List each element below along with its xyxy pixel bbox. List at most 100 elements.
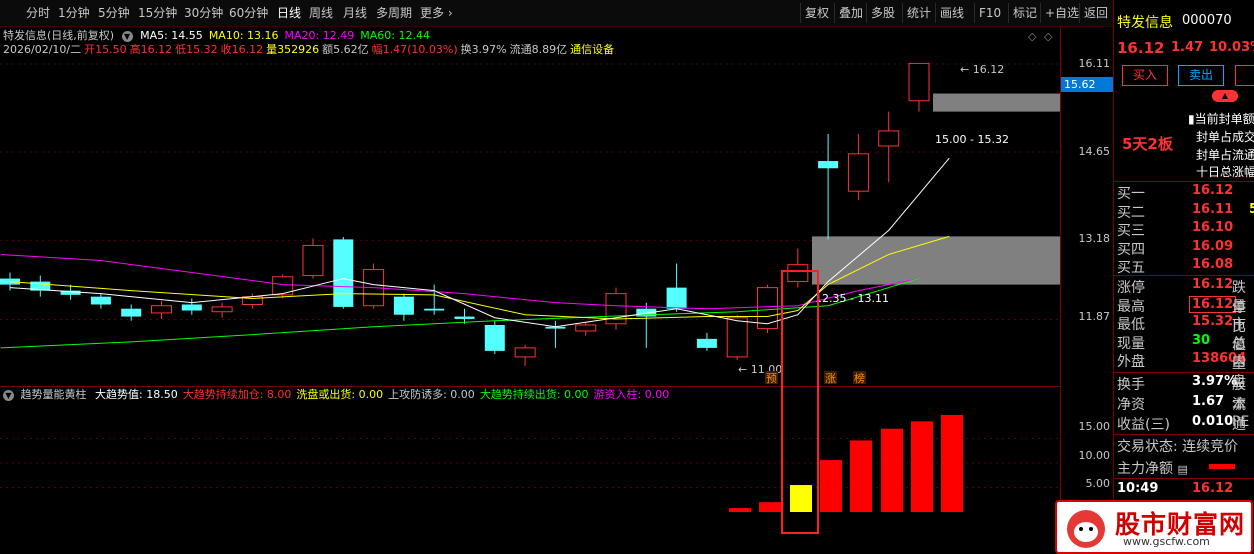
- price-change: 1.47: [1171, 40, 1204, 55]
- chart-title: 特发信息(日线,前复权): [3, 29, 115, 42]
- stat-value: 3.97%: [1192, 374, 1238, 389]
- toolbar-button-7[interactable]: +自选: [1040, 3, 1083, 23]
- indicator-legend: ▼ 趋势量能黄柱 大趋势值: 18.50 大趋势持续加仓: 8.00 洗盘或出货: …: [3, 388, 669, 402]
- tab-2[interactable]: 5分钟: [98, 5, 130, 21]
- stat-label: 涨停: [1117, 280, 1145, 296]
- tab-10[interactable]: 更多 ›: [420, 5, 453, 21]
- trade-status: 交易状态: 连续竞价: [1117, 439, 1239, 455]
- price-chart-pane[interactable]: ← 16.12 15.00 - 15.32 12.35 - 13.11 ← 11.00…: [0, 44, 1061, 387]
- stat-row: 最低 15.32 市值: [1114, 314, 1254, 353]
- y-tick: 11.87: [1078, 310, 1111, 323]
- indicator-legend-item: 洗盘或出货: 0.00: [296, 388, 384, 401]
- order-book-row: 买二 16.11 5: [1114, 202, 1254, 221]
- stock-name: 特发信息: [1117, 15, 1173, 31]
- toolbar-button-4[interactable]: 画线: [935, 3, 968, 23]
- stat-extra-label: PE: [1232, 414, 1250, 430]
- bull-logo-icon: [1066, 509, 1106, 548]
- stat-row: 外盘 138604 内盘: [1114, 351, 1254, 390]
- y-tick: 10.00: [1078, 449, 1111, 462]
- tab-8[interactable]: 月线: [343, 5, 367, 21]
- toolbar-button-8[interactable]: 返回: [1079, 3, 1112, 23]
- candlestick-chart[interactable]: ← 16.1215.00 - 15.3212.35 - 13.11← 11.00…: [0, 44, 1061, 386]
- toolbar-button-0[interactable]: 复权: [800, 3, 833, 23]
- candle-body: [393, 296, 414, 315]
- tab-4[interactable]: 30分钟: [184, 5, 223, 21]
- stat-label: 净资: [1117, 397, 1145, 413]
- stat-value: 30: [1192, 332, 1211, 348]
- candle-body: [726, 317, 748, 358]
- annotation-range-bottom: 12.35 - 13.11: [815, 292, 889, 305]
- price-axis: 16.11 15.62 14.65 13.18 11.87 15.00 10.0…: [1060, 26, 1114, 554]
- tab-9[interactable]: 多周期: [376, 5, 412, 21]
- toolbar-button-5[interactable]: F10: [974, 3, 1005, 23]
- candle-body: [121, 308, 142, 317]
- ma-legend: MA5: 14.55: [140, 29, 203, 42]
- buy-button[interactable]: 买入: [1122, 65, 1168, 86]
- tick-time: 10:49: [1117, 481, 1159, 496]
- toolbar-button-1[interactable]: 叠加: [834, 3, 867, 23]
- candle-body: [878, 130, 900, 147]
- volume-bar-chart[interactable]: [0, 404, 1060, 514]
- stat-value: 15.32: [1192, 314, 1234, 329]
- book-label: 买五: [1117, 260, 1145, 276]
- limit-up-streak: 5天2板: [1122, 135, 1173, 153]
- ma-legend: MA10: 13.16: [208, 29, 279, 42]
- quote-panel: 特发信息 000070 16.12 1.47 10.03% 买入 卖出 ▲ 5天…: [1113, 0, 1254, 554]
- ma-legend: MA60: 12.44: [360, 29, 430, 42]
- tab-1[interactable]: 1分钟: [58, 5, 90, 21]
- candle-body: [151, 305, 172, 314]
- tab-7[interactable]: 周线: [309, 5, 333, 21]
- candle-body: [757, 287, 778, 330]
- candle-body: [181, 304, 202, 311]
- y-tick: 15.00: [1078, 420, 1111, 433]
- chevron-down-icon[interactable]: ▼: [121, 31, 133, 42]
- stat-row: 收益(三) 0.010 PE: [1114, 414, 1254, 433]
- stock-code: 000070: [1182, 13, 1232, 28]
- seal-line: 封单占流通: [1196, 148, 1254, 162]
- tag-label: 榜: [854, 371, 865, 385]
- limit-zone: [933, 93, 1061, 112]
- tab-6[interactable]: 日线: [277, 5, 301, 21]
- ma-legend: MA20: 12.49: [284, 29, 355, 42]
- expand-icon[interactable]: ◇: [1028, 30, 1036, 43]
- y-tick: 16.11: [1078, 57, 1111, 70]
- site-watermark: 股市财富网 www.gscfw.com: [1055, 500, 1253, 554]
- stat-row: 现量 30 总量: [1114, 332, 1254, 372]
- chevron-down-icon[interactable]: ▼: [3, 390, 14, 401]
- indicator-bar: [790, 485, 812, 512]
- order-book-row: 买五 16.08: [1114, 257, 1254, 276]
- main-net-label[interactable]: 主力净额 ▤: [1117, 458, 1188, 478]
- candle-body: [424, 308, 445, 311]
- main-net-bar: [1209, 464, 1235, 469]
- collapse-up-icon[interactable]: ▲: [1212, 90, 1238, 102]
- collapse-icon[interactable]: ◇: [1044, 30, 1052, 43]
- candle-body: [818, 161, 839, 169]
- indicator-bar: [941, 414, 963, 512]
- toolbar-button-3[interactable]: 统计: [902, 3, 935, 23]
- more-button[interactable]: [1235, 65, 1254, 86]
- book-label: 买一: [1117, 186, 1145, 202]
- stat-label: 收益(三): [1117, 417, 1170, 433]
- stat-row: 换手 3.97% 股本: [1114, 374, 1254, 413]
- stat-label: 最低: [1117, 317, 1145, 333]
- candle-body: [333, 239, 354, 307]
- seal-line: ▮当前封单额: [1188, 112, 1254, 126]
- tab-0[interactable]: 分时: [26, 5, 50, 21]
- stat-value: 1.67: [1192, 394, 1225, 409]
- indicator-bar: [850, 440, 872, 512]
- toolbar-button-2[interactable]: 多股: [866, 3, 899, 23]
- tab-3[interactable]: 15分钟: [138, 5, 177, 21]
- tick-price: 16.12: [1192, 481, 1234, 496]
- candle-body: [787, 264, 809, 283]
- sell-button[interactable]: 卖出: [1178, 65, 1224, 86]
- chart-info-line-1: 特发信息(日线,前复权) ▼ MA5: 14.55 MA10: 13.16 MA20…: [3, 29, 436, 43]
- indicator-pane[interactable]: [0, 404, 1060, 514]
- indicator-bar: [729, 508, 751, 512]
- candle-body: [666, 287, 687, 309]
- stat-label: 换手: [1117, 377, 1145, 393]
- annotation-high: ← 16.12: [960, 63, 1004, 76]
- list-icon[interactable]: ▤: [1177, 463, 1187, 476]
- book-price: 16.12: [1192, 183, 1234, 198]
- tab-5[interactable]: 60分钟: [229, 5, 268, 21]
- toolbar-button-6[interactable]: 标记: [1008, 3, 1041, 23]
